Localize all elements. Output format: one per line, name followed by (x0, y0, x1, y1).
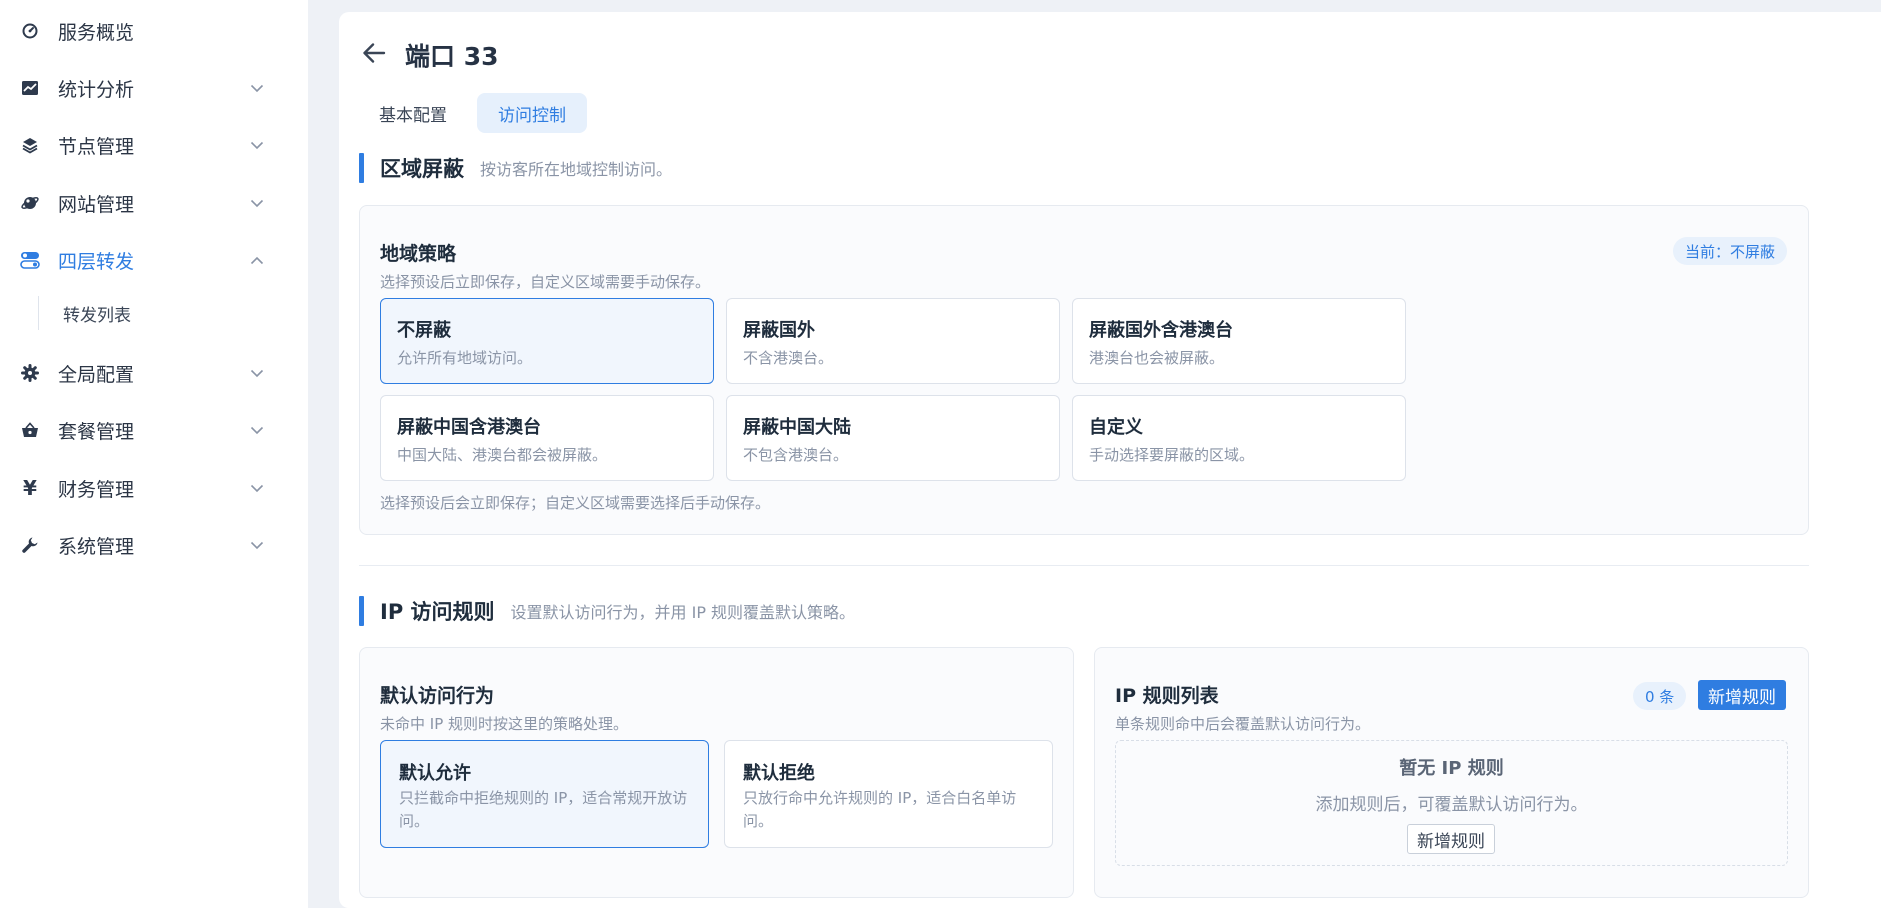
sidebar-item-overview[interactable]: 服务概览 (0, 9, 308, 53)
default-access-card: 默认访问行为 未命中 IP 规则时按这里的策略处理。 默认允许 只拦截命中拒绝规… (359, 647, 1074, 898)
sidebar-item-label: 网站管理 (58, 193, 135, 216)
toggle-icon (19, 249, 41, 271)
chevron-down-icon (250, 481, 264, 495)
section-accent-bar (359, 596, 364, 626)
section-description: 按访客所在地域控制访问。 (480, 160, 673, 179)
default-deny-option[interactable]: 默认拒绝 只放行命中允许规则的 IP，适合白名单访问。 (724, 740, 1053, 848)
sidebar-item-label: 套餐管理 (58, 420, 135, 443)
card-subtitle: 未命中 IP 规则时按这里的策略处理。 (380, 715, 629, 733)
chevron-up-icon (250, 253, 264, 267)
option-description: 港澳台也会被屏蔽。 (1089, 349, 1225, 367)
rule-count-badge: 0 条 (1633, 682, 1687, 710)
sidebar-item-label: 全局配置 (58, 363, 135, 386)
sidebar-item-label: 服务概览 (58, 21, 135, 44)
sidebar-item-label: 四层转发 (58, 250, 135, 273)
chevron-down-icon (250, 81, 264, 95)
sidebar-item-l4-forward[interactable]: 四层转发 (0, 238, 308, 282)
chevron-down-icon (250, 366, 264, 380)
card-title: 地域策略 (380, 243, 457, 265)
option-description: 不包含港澳台。 (743, 446, 849, 464)
chevron-down-icon (250, 196, 264, 210)
sidebar: 服务概览 统计分析 节点管理 网站管理 四层转发 转发列表 全局配置 套餐管理 … (0, 0, 308, 908)
sidebar-item-label: 财务管理 (58, 478, 135, 501)
option-description: 只拦截命中拒绝规则的 IP，适合常规开放访问。 (399, 789, 688, 830)
section-title: IP 访问规则 (380, 600, 495, 624)
main-panel: 端口 33 基本配置 访问控制 区域屏蔽 按访客所在地域控制访问。 地域策略 选… (339, 12, 1881, 908)
option-title: 默认允许 (399, 763, 471, 784)
tab-basic-config[interactable]: 基本配置 (358, 93, 468, 133)
sidebar-item-label: 节点管理 (58, 135, 135, 158)
option-description: 不含港澳台。 (743, 349, 834, 367)
option-title: 自定义 (1089, 417, 1143, 438)
page-title: 端口 33 (405, 42, 499, 71)
empty-description: 添加规则后，可覆盖默认访问行为。 (1315, 795, 1588, 815)
ip-section-header: IP 访问规则 设置默认访问行为，并用 IP 规则覆盖默认策略。 (359, 596, 855, 626)
option-title: 不屏蔽 (397, 320, 451, 341)
card-subtitle: 单条规则命中后会覆盖默认访问行为。 (1115, 715, 1371, 733)
sidebar-item-finance[interactable]: ¥ 财务管理 (0, 466, 308, 510)
gear-icon (19, 362, 41, 384)
chart-icon (19, 77, 41, 99)
empty-state: 暂无 IP 规则 添加规则后，可覆盖默认访问行为。 新增规则 (1115, 740, 1788, 866)
option-description: 中国大陆、港澳台都会被屏蔽。 (397, 446, 608, 464)
region-note: 选择预设后会立即保存；自定义区域需要选择后手动保存。 (380, 494, 771, 512)
card-subtitle: 选择预设后立即保存，自定义区域需要手动保存。 (380, 273, 711, 291)
empty-add-rule-button[interactable]: 新增规则 (1407, 824, 1495, 854)
dashboard-icon (19, 20, 41, 42)
section-accent-bar (359, 153, 364, 183)
empty-title: 暂无 IP 规则 (1399, 758, 1504, 779)
sidebar-item-sites[interactable]: 网站管理 (0, 181, 308, 225)
region-option-custom[interactable]: 自定义 手动选择要屏蔽的区域。 (1072, 395, 1406, 481)
wrench-icon (19, 534, 41, 556)
add-rule-button[interactable]: 新增规则 (1698, 680, 1786, 710)
region-option-block-foreign[interactable]: 屏蔽国外 不含港澳台。 (726, 298, 1060, 384)
sidebar-item-stats[interactable]: 统计分析 (0, 66, 308, 110)
option-description: 只放行命中允许规则的 IP，适合白名单访问。 (743, 789, 1017, 830)
default-allow-option[interactable]: 默认允许 只拦截命中拒绝规则的 IP，适合常规开放访问。 (380, 740, 709, 848)
card-title: 默认访问行为 (380, 685, 495, 707)
chevron-down-icon (250, 138, 264, 152)
sidebar-item-label: 统计分析 (58, 78, 135, 101)
option-title: 默认拒绝 (743, 763, 815, 784)
section-title: 区域屏蔽 (380, 157, 464, 181)
sidebar-item-nodes[interactable]: 节点管理 (0, 123, 308, 167)
card-title: IP 规则列表 (1115, 685, 1219, 707)
section-divider (359, 565, 1809, 566)
option-title: 屏蔽国外 (743, 320, 815, 341)
yen-icon: ¥ (23, 476, 37, 500)
region-policy-card: 地域策略 选择预设后立即保存，自定义区域需要手动保存。 当前：不屏蔽 不屏蔽 允… (359, 205, 1809, 535)
option-description: 手动选择要屏蔽的区域。 (1089, 446, 1255, 464)
option-title: 屏蔽中国大陆 (743, 417, 851, 438)
tab-access-control[interactable]: 访问控制 (477, 93, 587, 133)
back-button[interactable] (359, 38, 389, 68)
chevron-down-icon (250, 538, 264, 552)
current-status-badge: 当前：不屏蔽 (1673, 237, 1788, 265)
sidebar-item-plans[interactable]: 套餐管理 (0, 408, 308, 452)
region-option-block-mainland[interactable]: 屏蔽中国大陆 不包含港澳台。 (726, 395, 1060, 481)
option-description: 允许所有地域访问。 (397, 349, 533, 367)
arrow-left-icon (363, 43, 386, 63)
sidebar-subitem-forward-list[interactable]: 转发列表 (38, 296, 268, 330)
region-option-none[interactable]: 不屏蔽 允许所有地域访问。 (380, 298, 714, 384)
region-section-header: 区域屏蔽 按访客所在地域控制访问。 (359, 153, 672, 183)
layers-icon (19, 134, 41, 156)
basket-icon (19, 419, 41, 441)
region-option-block-china-hmt[interactable]: 屏蔽中国含港澳台 中国大陆、港澳台都会被屏蔽。 (380, 395, 714, 481)
sidebar-subitem-label: 转发列表 (63, 305, 131, 326)
chevron-down-icon (250, 423, 264, 437)
sidebar-item-label: 系统管理 (58, 535, 135, 558)
option-title: 屏蔽国外含港澳台 (1089, 320, 1233, 341)
option-title: 屏蔽中国含港澳台 (397, 417, 541, 438)
region-option-block-foreign-hmt[interactable]: 屏蔽国外含港澳台 港澳台也会被屏蔽。 (1072, 298, 1406, 384)
ip-rules-card: IP 规则列表 单条规则命中后会覆盖默认访问行为。 0 条 新增规则 暂无 IP… (1094, 647, 1809, 898)
sidebar-item-system[interactable]: 系统管理 (0, 523, 308, 567)
globe-icon (19, 192, 41, 214)
section-description: 设置默认访问行为，并用 IP 规则覆盖默认策略。 (510, 603, 856, 622)
sidebar-item-global-config[interactable]: 全局配置 (0, 351, 308, 395)
